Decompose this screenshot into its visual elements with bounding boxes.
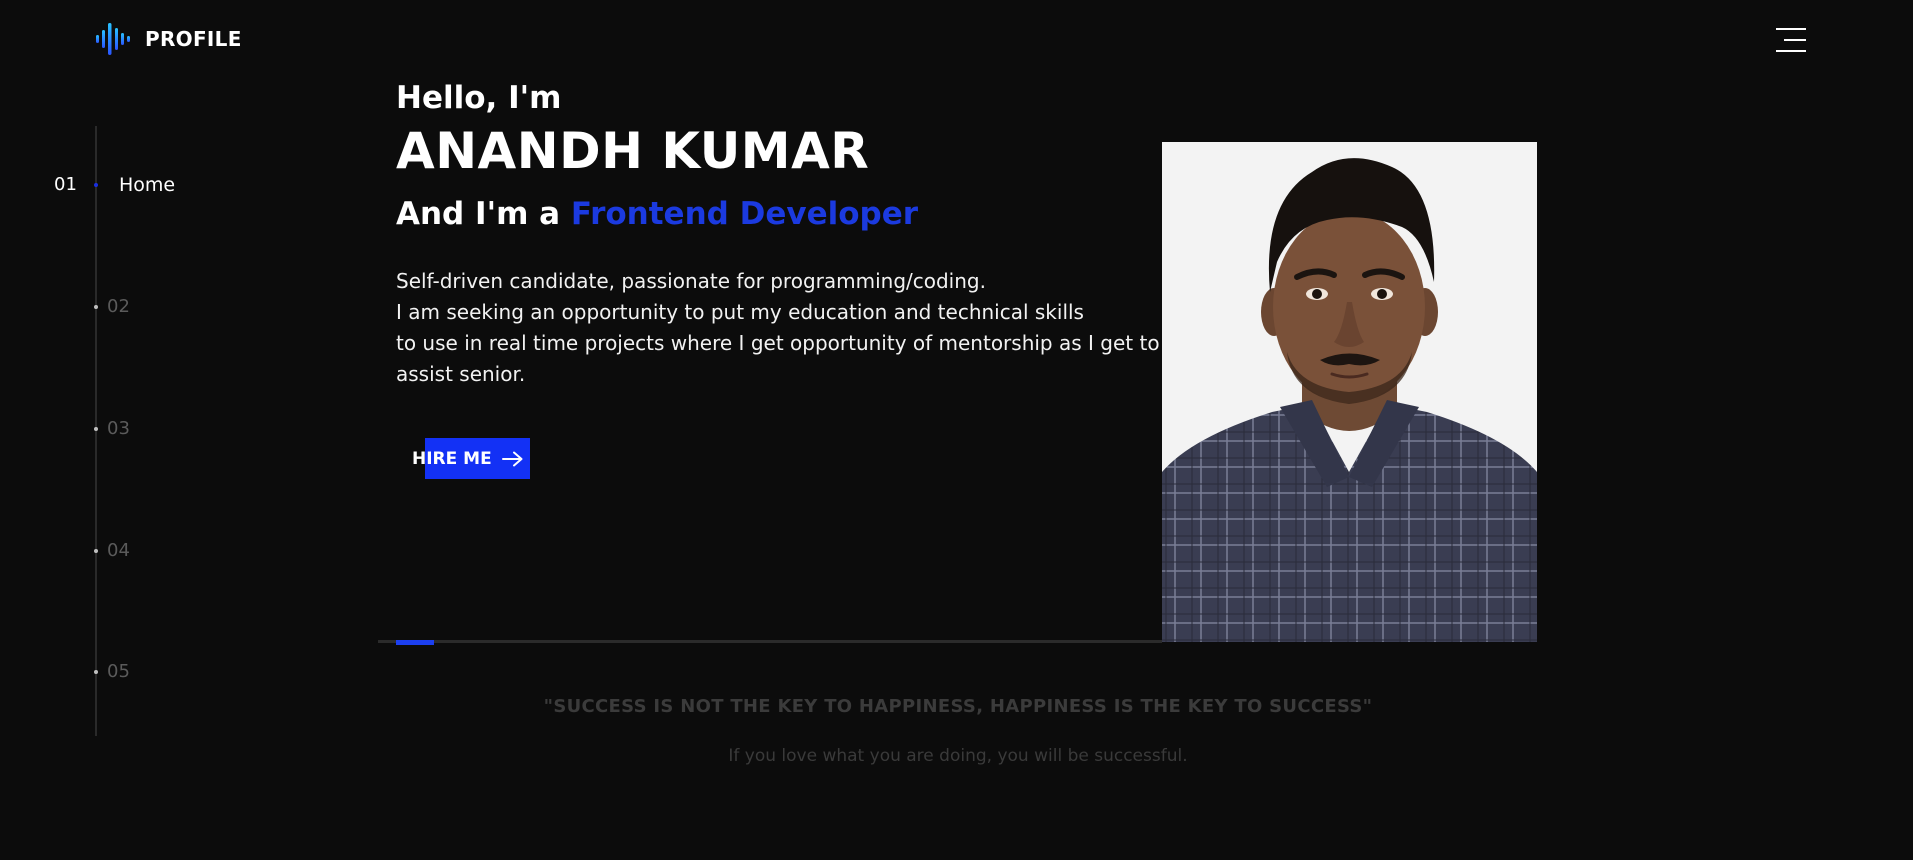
bio-line: Self-driven candidate, passionate for pr… [396, 269, 986, 293]
slider-progress-indicator [396, 640, 434, 645]
side-nav-number: 02 [107, 296, 130, 317]
hero-bio: Self-driven candidate, passionate for pr… [396, 266, 1186, 390]
hero-name: ANANDH KUMAR [396, 122, 870, 180]
side-nav-number: 05 [107, 661, 130, 682]
audio-wave-icon [96, 23, 130, 55]
side-nav-number: 01 [54, 174, 77, 195]
side-nav-number: 03 [107, 418, 130, 439]
hero-role-highlight: Frontend Developer [570, 196, 919, 232]
bio-line: assist senior. [396, 362, 526, 386]
arrow-right-icon [501, 451, 523, 466]
bio-line: I am seeking an opportunity to put my ed… [396, 300, 1084, 324]
hero-role-prefix: And I'm a [396, 196, 571, 232]
slider-progress-track [378, 640, 1162, 643]
quote-subtext: If you love what you are doing, you will… [728, 746, 1188, 766]
quote-text: "SUCCESS IS NOT THE KEY TO HAPPINESS, HA… [543, 696, 1373, 717]
hire-me-label: HIRE ME [412, 448, 492, 469]
side-nav-line [95, 126, 97, 736]
side-nav-dot [94, 305, 98, 309]
side-nav-dot [94, 670, 98, 674]
hamburger-menu-icon[interactable] [1776, 28, 1806, 52]
side-nav-active-dot [94, 183, 98, 187]
bio-line: to use in real time projects where I get… [396, 331, 1160, 355]
profile-photo-illustration [1162, 142, 1537, 642]
brand-name: PROFILE [145, 27, 242, 51]
brand[interactable]: PROFILE [95, 20, 242, 58]
hire-me-button[interactable]: HIRE ME [410, 438, 530, 479]
profile-photo [1162, 142, 1537, 642]
side-nav-dot [94, 549, 98, 553]
side-nav-label: Home [119, 174, 176, 196]
hero-role: And I'm a Frontend Developer [396, 196, 918, 232]
hero-greeting: Hello, I'm [396, 80, 562, 116]
side-nav-number: 04 [107, 540, 130, 561]
side-nav-dot [94, 427, 98, 431]
page: PROFILE 01 Home 02 03 04 05 Hello, I'm A… [0, 0, 1913, 860]
